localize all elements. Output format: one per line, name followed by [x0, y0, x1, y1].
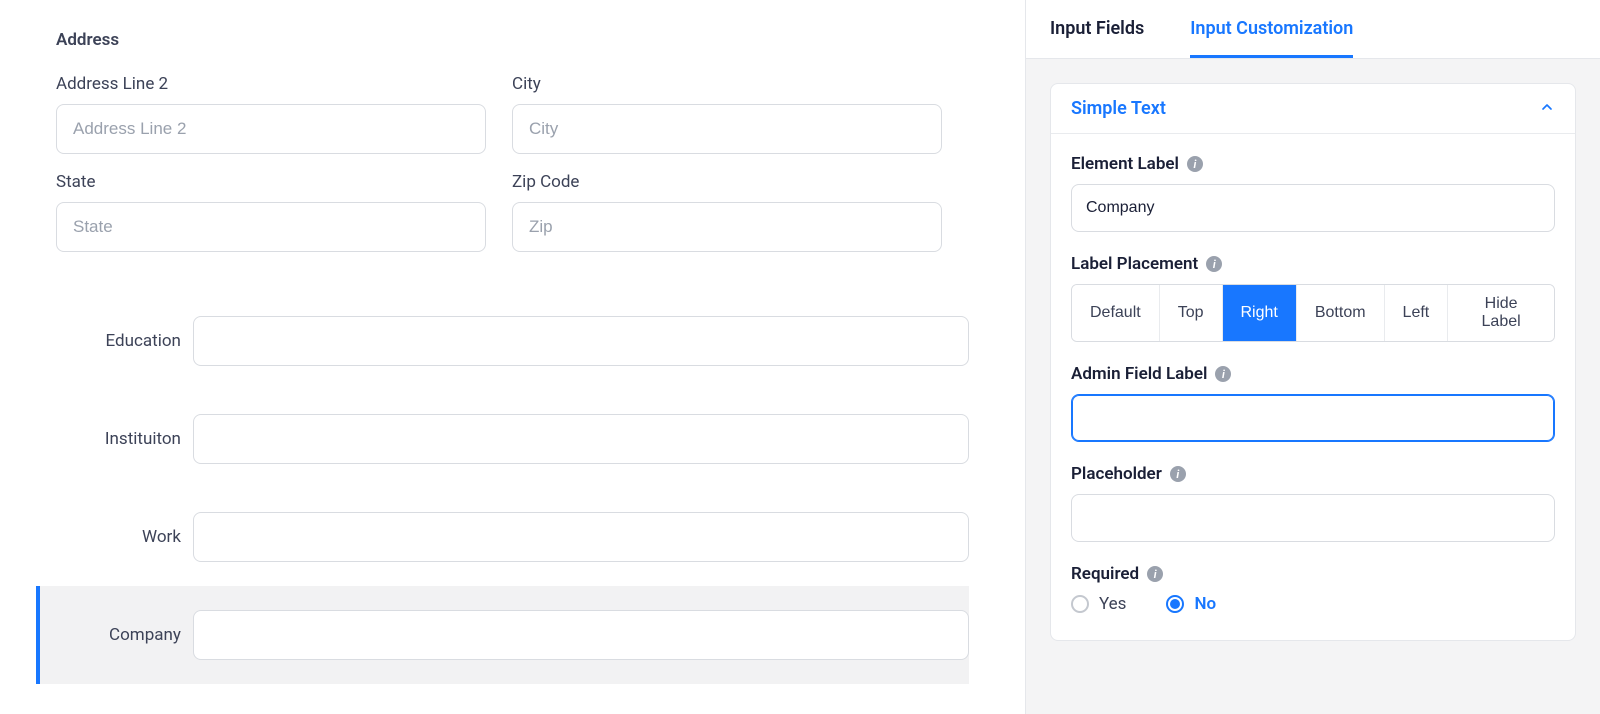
input-education[interactable]: [193, 316, 969, 366]
prop-label-element-label: Element Label: [1071, 154, 1179, 174]
form-canvas: Address Address Line 2 City State Zip Co…: [0, 0, 1025, 714]
card-title: Simple Text: [1071, 98, 1166, 119]
info-icon[interactable]: i: [1187, 156, 1203, 172]
input-work[interactable]: [193, 512, 969, 562]
input-element-label[interactable]: [1071, 184, 1555, 232]
label-company: Company: [56, 625, 181, 645]
radio-dot-icon: [1071, 595, 1089, 613]
input-city[interactable]: [512, 104, 942, 154]
segmented-label-placement: Default Top Right Bottom Left Hide Label: [1071, 284, 1555, 342]
input-address-line-2[interactable]: [56, 104, 486, 154]
radio-dot-icon: [1166, 595, 1184, 613]
input-admin-field-label[interactable]: [1071, 394, 1555, 442]
chevron-up-icon: [1539, 99, 1555, 119]
seg-option-right[interactable]: Right: [1223, 285, 1297, 341]
tab-input-fields[interactable]: Input Fields: [1050, 0, 1144, 58]
label-address-line-2: Address Line 2: [56, 74, 486, 94]
seg-option-bottom[interactable]: Bottom: [1297, 285, 1385, 341]
label-education: Education: [56, 331, 181, 351]
input-zip-code[interactable]: [512, 202, 942, 252]
info-icon[interactable]: i: [1170, 466, 1186, 482]
side-tabs: Input Fields Input Customization: [1026, 0, 1600, 59]
prop-label-required: Required: [1071, 564, 1139, 584]
input-company[interactable]: [193, 610, 969, 660]
info-icon[interactable]: i: [1215, 366, 1231, 382]
section-heading-address: Address: [56, 30, 969, 50]
label-city: City: [512, 74, 942, 94]
label-state: State: [56, 172, 486, 192]
label-zip-code: Zip Code: [512, 172, 942, 192]
seg-option-top[interactable]: Top: [1160, 285, 1223, 341]
input-institution[interactable]: [193, 414, 969, 464]
field-row-work[interactable]: Work: [56, 488, 969, 586]
field-row-company[interactable]: Company: [36, 586, 969, 684]
seg-option-hide-label[interactable]: Hide Label: [1448, 285, 1554, 341]
radio-required-no[interactable]: No: [1166, 594, 1216, 614]
prop-label-label-placement: Label Placement: [1071, 254, 1198, 274]
card-simple-text: Simple Text Element Label i: [1050, 83, 1576, 641]
input-placeholder[interactable]: [1071, 494, 1555, 542]
label-institution: Instituiton: [56, 429, 181, 449]
card-header-simple-text[interactable]: Simple Text: [1051, 84, 1575, 134]
seg-option-default[interactable]: Default: [1072, 285, 1160, 341]
info-icon[interactable]: i: [1147, 566, 1163, 582]
field-row-institution[interactable]: Instituiton: [56, 390, 969, 488]
radio-required-yes[interactable]: Yes: [1071, 594, 1126, 614]
field-row-education[interactable]: Education: [56, 292, 969, 390]
input-state[interactable]: [56, 202, 486, 252]
tab-input-customization[interactable]: Input Customization: [1190, 0, 1353, 58]
prop-label-admin-field-label: Admin Field Label: [1071, 364, 1207, 384]
seg-option-left[interactable]: Left: [1385, 285, 1449, 341]
label-work: Work: [56, 527, 181, 547]
side-panel: Input Fields Input Customization Simple …: [1025, 0, 1600, 714]
prop-label-placeholder: Placeholder: [1071, 464, 1162, 484]
info-icon[interactable]: i: [1206, 256, 1222, 272]
